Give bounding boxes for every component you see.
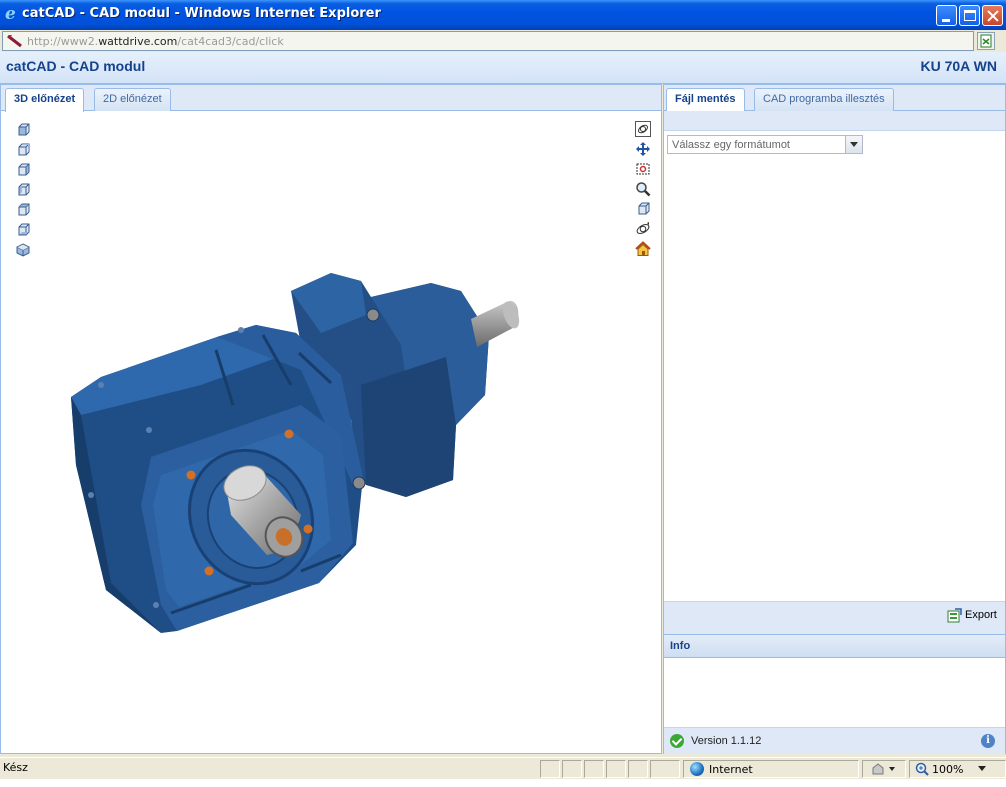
- window-titlebar: e catCAD - CAD modul - Windows Internet …: [0, 0, 1006, 30]
- tab-file-save[interactable]: Fájl mentés: [666, 88, 745, 112]
- status-cell: [650, 760, 680, 778]
- export-panel: Fájl mentés CAD programba illesztés Vála…: [663, 84, 1006, 754]
- export-button-label: Export: [965, 609, 997, 621]
- protected-mode[interactable]: [862, 760, 906, 778]
- ie-statusbar: Kész Internet 100%: [0, 757, 1006, 779]
- compatibility-icon[interactable]: [977, 32, 995, 50]
- address-input[interactable]: http://www2.wattdrive.com/cat4cad3/cad/c…: [2, 31, 974, 51]
- export-toolbar: Export: [664, 601, 1005, 629]
- info-title: Info: [670, 640, 691, 652]
- app-title: catCAD - CAD modul: [6, 58, 146, 74]
- zoom-value: 100%: [932, 763, 964, 776]
- gearbox-3d-model[interactable]: [1, 85, 663, 755]
- globe-icon: [690, 762, 704, 776]
- export-subbar: [664, 111, 1005, 131]
- export-button[interactable]: Export: [947, 607, 999, 625]
- status-cell: [562, 760, 582, 778]
- chevron-down-icon[interactable]: [845, 136, 862, 153]
- status-cell: [540, 760, 560, 778]
- tab-cad-integration[interactable]: CAD programba illesztés: [754, 88, 894, 111]
- protected-mode-icon: [872, 763, 895, 775]
- app-header: catCAD - CAD modul KU 70A WN: [0, 52, 1006, 84]
- format-select-placeholder: Válassz egy formátumot: [672, 139, 790, 151]
- address-url: http://www2.wattdrive.com/cat4cad3/cad/c…: [27, 35, 284, 48]
- check-icon: [670, 734, 684, 748]
- chevron-down-icon: [978, 766, 986, 771]
- status-cell: [584, 760, 604, 778]
- info-icon[interactable]: i: [981, 734, 995, 748]
- page-icon: [7, 34, 22, 48]
- export-icon: [947, 608, 962, 623]
- minimize-button[interactable]: [936, 5, 957, 26]
- status-cell: [606, 760, 626, 778]
- address-row: http://www2.wattdrive.com/cat4cad3/cad/c…: [0, 30, 1006, 52]
- version-text: Version 1.1.12: [691, 735, 762, 747]
- format-select[interactable]: Válassz egy formátumot: [667, 135, 863, 154]
- window-title: catCAD - CAD modul - Windows Internet Ex…: [22, 6, 381, 21]
- status-cell: [628, 760, 648, 778]
- model-name: KU 70A WN: [920, 58, 998, 74]
- viewer-panel: 3D előnézet 2D előnézet: [0, 84, 662, 754]
- maximize-button[interactable]: [959, 5, 980, 26]
- zoom-level-icon: [915, 762, 929, 776]
- status-text: Kész: [3, 761, 28, 774]
- version-bar: Version 1.1.12 i: [664, 727, 1005, 754]
- info-header[interactable]: Info: [664, 634, 1005, 658]
- zone-text: Internet: [709, 763, 753, 776]
- export-tabstrip: Fájl mentés CAD programba illesztés: [664, 85, 1005, 112]
- ie-logo-icon: e: [5, 4, 16, 24]
- zoom-control[interactable]: 100%: [909, 760, 1006, 778]
- security-zone[interactable]: Internet: [683, 760, 859, 778]
- window-bottom-edge: [0, 779, 1006, 787]
- close-button[interactable]: [982, 5, 1003, 26]
